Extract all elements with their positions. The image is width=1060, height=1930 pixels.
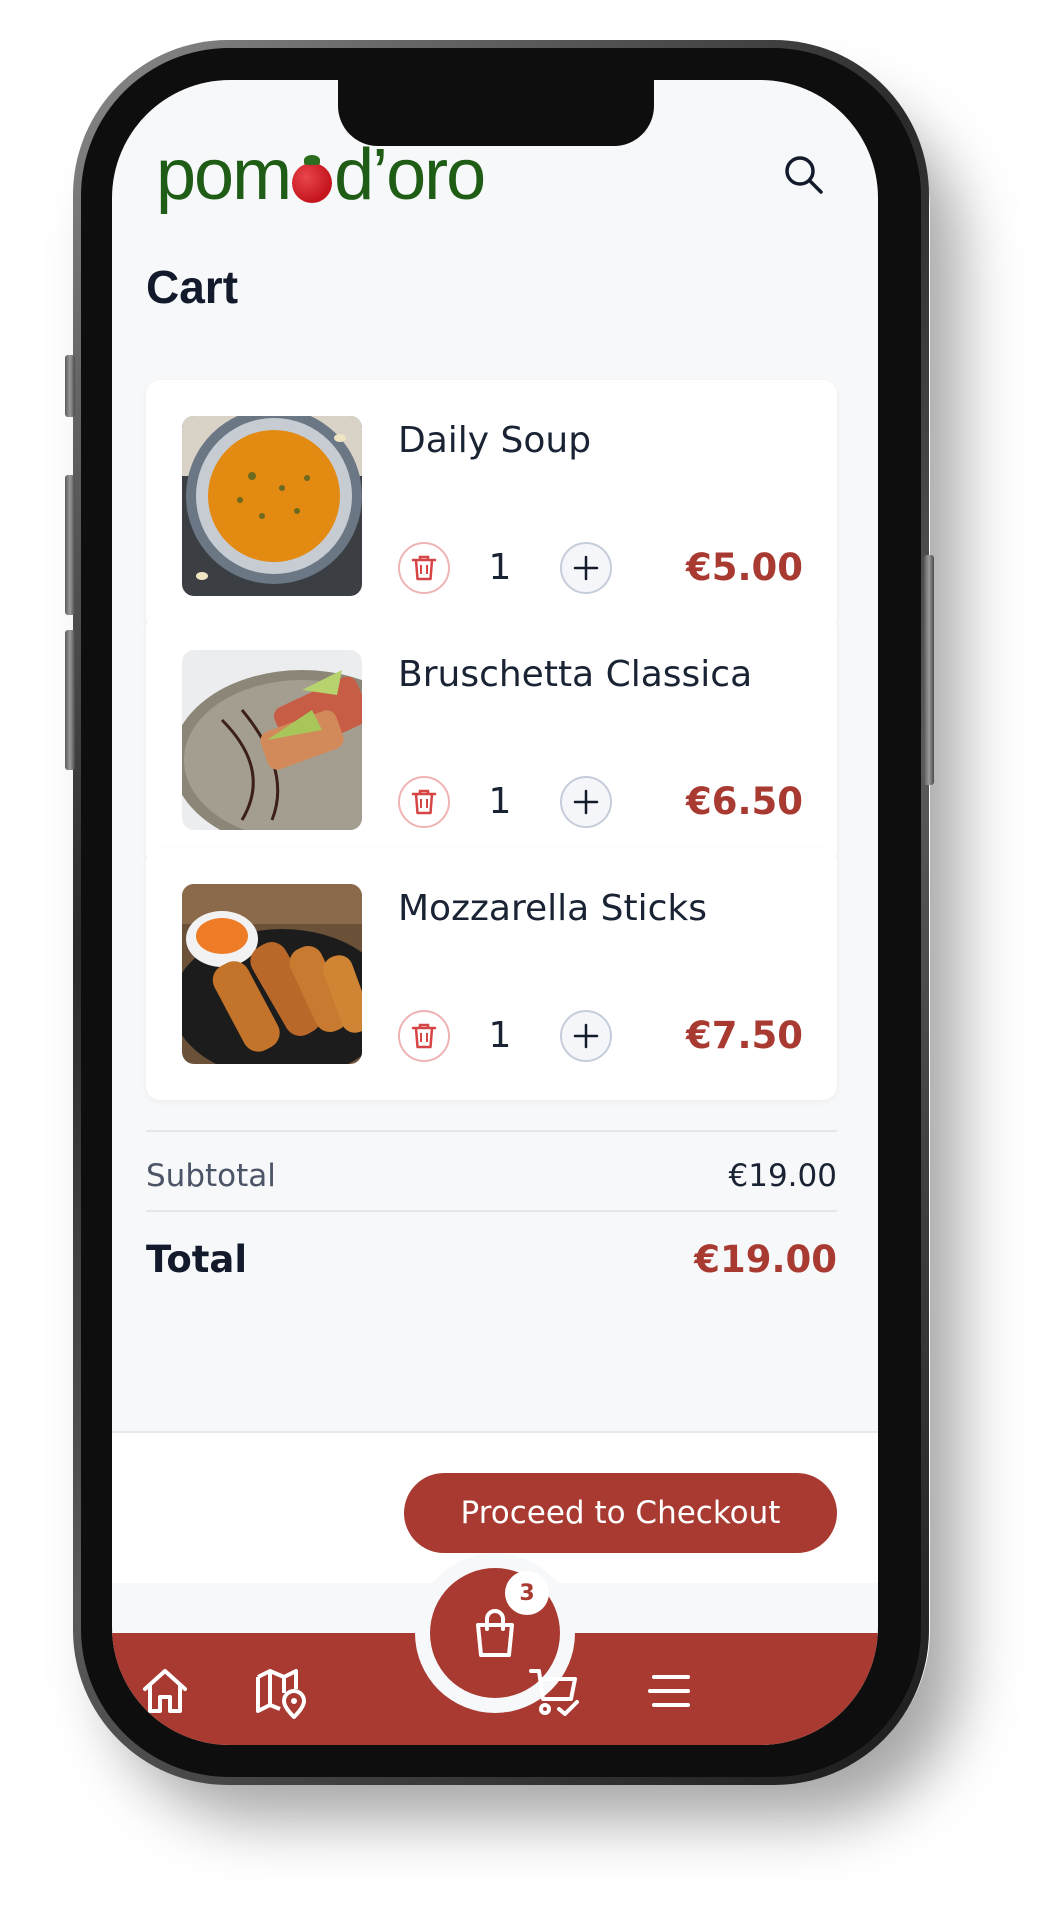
- remove-item-button[interactable]: [398, 1010, 450, 1062]
- volume-down-button: [65, 630, 75, 770]
- trash-icon: [411, 789, 437, 815]
- nav-cart-button[interactable]: [527, 1663, 583, 1719]
- mute-switch: [65, 355, 75, 417]
- cart-check-icon: [529, 1669, 579, 1716]
- increase-quantity-button[interactable]: [560, 776, 612, 828]
- volume-up-button: [65, 475, 75, 615]
- notch: [338, 80, 654, 146]
- search-button[interactable]: [777, 148, 831, 202]
- item-name: Daily Soup: [398, 420, 592, 461]
- quantity-value: 1: [488, 1015, 512, 1056]
- cart-item-mozzarella-sticks: Mozzarella Sticks 1 €7.50: [146, 848, 837, 1100]
- quantity-value: 1: [488, 547, 512, 588]
- increase-quantity-button[interactable]: [560, 542, 612, 594]
- search-icon: [785, 156, 823, 194]
- nav-home-button[interactable]: [137, 1663, 193, 1719]
- trash-icon: [411, 1023, 437, 1049]
- page-title: Cart: [146, 261, 239, 313]
- quantity-value: 1: [488, 781, 512, 822]
- quantity-row: 1 €5.00: [398, 542, 803, 596]
- remove-item-button[interactable]: [398, 776, 450, 828]
- trash-icon: [411, 555, 437, 581]
- subtotal-label: Subtotal: [146, 1158, 276, 1194]
- bruschetta-image: [182, 650, 362, 830]
- quantity-row: 1 €6.50: [398, 776, 803, 830]
- quantity-row: 1 €7.50: [398, 1010, 803, 1064]
- mozzarella-sticks-image: [182, 884, 362, 1064]
- item-name: Mozzarella Sticks: [398, 888, 707, 929]
- map-pin-icon: [256, 1669, 307, 1720]
- pomodoro-logo[interactable]: pom d’oro: [156, 135, 486, 215]
- plus-icon: [573, 1023, 599, 1049]
- cart-item-daily-soup: Daily Soup 1 €5.00: [146, 380, 837, 632]
- item-price: €7.50: [685, 1014, 803, 1057]
- power-button: [924, 555, 934, 785]
- subtotal-value: €19.00: [728, 1158, 837, 1194]
- cart-item-bruschetta-classica: Bruschetta Classica 1 €6.50: [146, 614, 837, 866]
- menu-icon: [648, 1675, 690, 1707]
- logo-text-end: d’oro: [334, 135, 486, 215]
- item-price: €6.50: [685, 780, 803, 823]
- plus-icon: [573, 555, 599, 581]
- home-icon: [143, 1669, 187, 1713]
- item-name: Bruschetta Classica: [398, 654, 753, 695]
- logo-text-start: pom: [156, 135, 292, 215]
- app-screen: pom d’oro Cart Daily Soup 1 €5.00 Brusch…: [112, 80, 878, 1745]
- daily-soup-image: [182, 416, 362, 596]
- nav-menu-button[interactable]: [642, 1663, 698, 1719]
- plus-icon: [573, 789, 599, 815]
- total-label: Total: [146, 1238, 248, 1281]
- summary-divider-top: [146, 1130, 837, 1132]
- shopping-bag-icon: [476, 1609, 514, 1657]
- summary-divider-middle: [146, 1210, 837, 1212]
- tomato-icon: [292, 155, 333, 203]
- increase-quantity-button[interactable]: [560, 1010, 612, 1062]
- proceed-to-checkout-button[interactable]: Proceed to Checkout: [404, 1473, 837, 1553]
- item-price: €5.00: [685, 546, 803, 589]
- total-value: €19.00: [694, 1238, 837, 1281]
- nav-locations-button[interactable]: [252, 1663, 308, 1720]
- remove-item-button[interactable]: [398, 542, 450, 594]
- cart-count-badge: 3: [505, 1571, 549, 1615]
